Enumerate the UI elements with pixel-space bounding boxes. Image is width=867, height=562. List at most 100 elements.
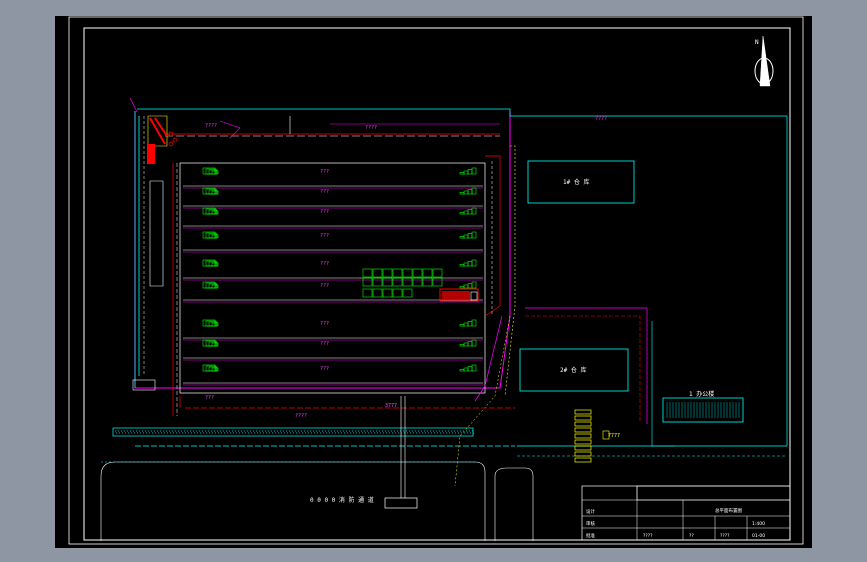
hatch-line <box>114 429 118 435</box>
upper-leader <box>219 120 241 139</box>
hatch-line <box>348 429 352 435</box>
tank-cluster <box>422 277 433 287</box>
tank-block-right <box>467 209 473 215</box>
tb-scale: 1:400 <box>752 521 765 527</box>
hatch-line <box>252 429 256 435</box>
hatch-line <box>117 429 121 435</box>
tank-block-right <box>471 319 477 327</box>
hatch-line <box>153 429 157 435</box>
hatch-line <box>207 429 211 435</box>
left-building <box>149 180 164 287</box>
hatch-line <box>174 429 178 435</box>
hatch-line <box>132 429 136 435</box>
hatch-line <box>183 429 187 435</box>
upper-label-1: ???? <box>205 123 217 129</box>
bottom-label-3: 3777 <box>385 403 397 409</box>
stack-item <box>574 451 592 457</box>
hatch-line <box>135 429 139 435</box>
tank-rows: ??????????????????????????? <box>183 167 483 386</box>
upper-label-2: ???? <box>365 125 377 131</box>
hatch-line <box>186 429 190 435</box>
tank-block-right <box>463 262 469 267</box>
hatch-line <box>240 429 244 435</box>
tank-block-right <box>463 367 469 372</box>
tank-block-right <box>471 339 477 347</box>
tank-cluster-2 <box>392 288 403 298</box>
tb-r2: 审核 <box>586 520 595 527</box>
tank-block-right <box>471 281 477 289</box>
hatch-line <box>225 429 229 435</box>
hatch-line <box>435 429 439 435</box>
hatch-line <box>423 429 427 435</box>
hatch-line <box>363 429 367 435</box>
tank-cluster-2 <box>372 288 383 298</box>
tb-sheet: ???? <box>720 533 730 539</box>
hatch-line <box>234 429 238 435</box>
equipment-stack <box>574 409 610 463</box>
hatch-line <box>408 429 412 435</box>
drainage-hatch <box>114 429 475 435</box>
road-branch <box>494 467 534 541</box>
tank-cluster <box>382 268 393 278</box>
hatch-line <box>237 429 241 435</box>
tank-block-right <box>459 212 465 215</box>
hatch-line <box>162 429 166 435</box>
hatch-line <box>336 429 340 435</box>
hatch-line <box>228 429 232 435</box>
tank-cluster-2 <box>402 288 413 298</box>
hatch-line <box>333 429 337 435</box>
tank-block-right <box>467 341 473 347</box>
hatch-line <box>276 429 280 435</box>
hatch-line <box>420 429 424 435</box>
hatch-line <box>387 429 391 435</box>
hatch-line <box>219 429 223 435</box>
bottom-building <box>384 497 418 509</box>
row-label: ??? <box>320 169 329 175</box>
site-plan-drawing: N ???? ???? ??????????????????????????? <box>68 16 804 545</box>
hatch-line <box>120 429 124 435</box>
hatch-line <box>138 429 142 435</box>
tb-r3: 批准 <box>586 532 595 539</box>
hatch-line <box>285 429 289 435</box>
boundary-top <box>137 108 787 117</box>
tank-block-right <box>463 284 469 289</box>
tank-cluster <box>362 268 373 278</box>
hatch-line <box>246 429 250 435</box>
tb-r1: 设计 <box>586 508 595 515</box>
hatch-line <box>210 429 214 435</box>
hatch-line <box>231 429 235 435</box>
tanker-truck-icon <box>439 288 479 302</box>
tank-block-right <box>459 286 465 289</box>
tank-block-right <box>463 342 469 347</box>
stack-item <box>574 415 592 421</box>
tank-block-right <box>459 236 465 239</box>
cad-viewport[interactable]: N ???? ???? ??????????????????????????? <box>55 16 812 548</box>
row-label: ??? <box>320 283 329 289</box>
stack-item <box>574 427 592 433</box>
hatch-line <box>375 429 379 435</box>
tank-block-right <box>459 264 465 267</box>
tank-block-right <box>459 172 465 175</box>
tank-cluster <box>412 268 423 278</box>
tank-block-right <box>463 170 469 175</box>
tank-block-right <box>459 192 465 195</box>
tank-cluster <box>422 268 433 278</box>
hatch-line <box>447 429 451 435</box>
hatch-line <box>453 429 457 435</box>
hatch-line <box>195 429 199 435</box>
office-label: 1 办公楼 <box>689 390 714 398</box>
hatch-line <box>432 429 436 435</box>
hatch-line <box>144 429 148 435</box>
right-zone-boundary <box>525 307 648 424</box>
hatch-line <box>300 429 304 435</box>
hatch-line <box>342 429 346 435</box>
outer-frame <box>68 16 804 545</box>
tank-cluster <box>372 277 383 287</box>
right-zone-cyan <box>651 321 675 447</box>
tank-block-right <box>467 366 473 372</box>
hatch-line <box>273 429 277 435</box>
hatch-line <box>354 429 358 435</box>
north-label: N <box>755 39 759 46</box>
hatch-line <box>180 429 184 435</box>
hatch-line <box>264 429 268 435</box>
